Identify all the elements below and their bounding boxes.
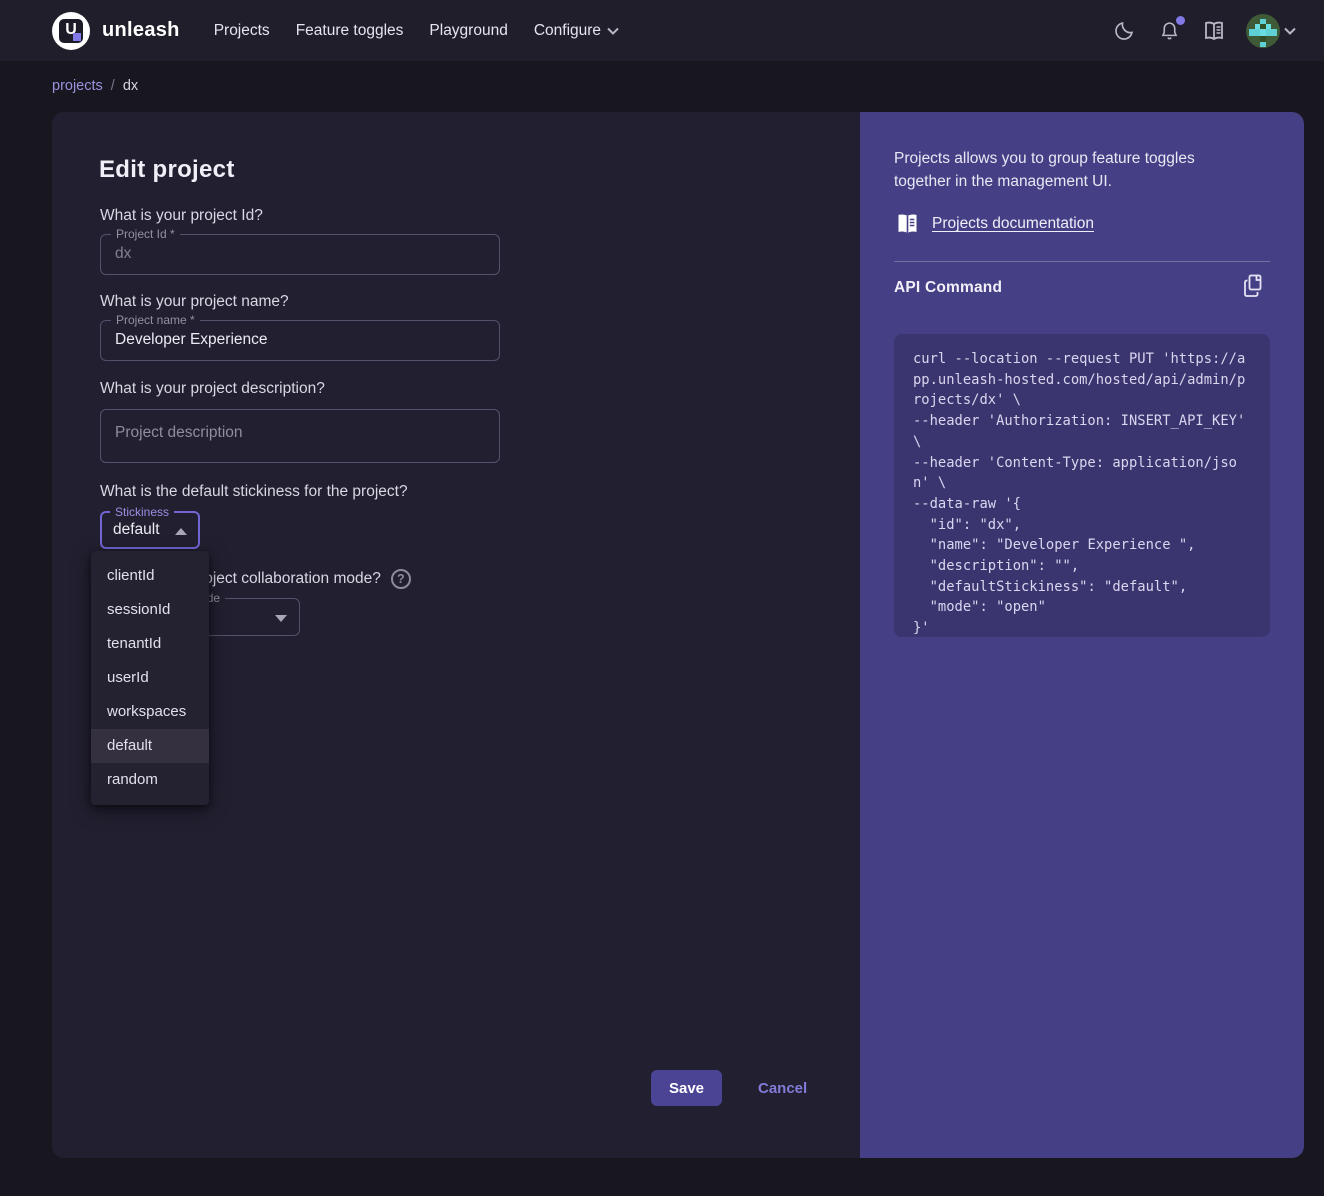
menu-item-workspaces[interactable]: workspaces [91, 695, 209, 729]
info-sidebar: Projects allows you to group feature tog… [860, 112, 1304, 1158]
edit-project-panel: Edit project What is your project Id? Pr… [52, 112, 1304, 1158]
project-name-question: What is your project name? [100, 293, 289, 311]
project-id-question: What is your project Id? [100, 207, 263, 225]
nav-item-playground[interactable]: Playground [429, 22, 507, 40]
stickiness-label: Stickiness [110, 505, 174, 519]
docs-button[interactable] [1201, 18, 1227, 44]
brand-name: unleash [102, 19, 180, 42]
menu-item-userid[interactable]: userId [91, 661, 209, 695]
menu-item-sessionid[interactable]: sessionId [91, 593, 209, 627]
dark-mode-toggle[interactable] [1111, 18, 1137, 44]
book-icon [894, 213, 921, 235]
notification-dot [1176, 16, 1185, 25]
notifications-button[interactable] [1156, 18, 1182, 44]
api-command-title: API Command [894, 279, 1002, 297]
edit-project-form: Edit project What is your project Id? Pr… [52, 112, 860, 1158]
project-id-input[interactable]: Project Id * dx [100, 234, 500, 275]
chevron-down-icon [607, 27, 619, 35]
save-button[interactable]: Save [651, 1070, 722, 1106]
book-icon [1202, 21, 1226, 41]
projects-documentation-link[interactable]: Projects documentation [894, 213, 1094, 235]
brand[interactable]: U unleash [52, 12, 180, 50]
divider [894, 261, 1270, 262]
select-arrow-down-icon [275, 615, 287, 622]
project-description-question: What is your project description? [100, 380, 325, 398]
nav-item-feature-toggles[interactable]: Feature toggles [296, 22, 404, 40]
cancel-button[interactable]: Cancel [742, 1070, 823, 1106]
api-command-code[interactable]: curl --location --request PUT 'https://a… [894, 334, 1270, 637]
project-name-input[interactable]: Project name * Developer Experience [100, 320, 500, 361]
chevron-down-icon [1284, 27, 1296, 35]
menu-item-clientid[interactable]: clientId [91, 559, 209, 593]
menu-item-default[interactable]: default [91, 729, 209, 763]
stickiness-select[interactable]: Stickiness default [100, 511, 200, 549]
user-menu[interactable] [1246, 14, 1296, 48]
nav-item-projects[interactable]: Projects [214, 22, 270, 40]
primary-nav: Projects Feature toggles Playground Conf… [214, 22, 619, 40]
doc-link-label: Projects documentation [932, 215, 1094, 233]
sidebar-description: Projects allows you to group feature tog… [894, 147, 1246, 193]
moon-icon [1113, 20, 1135, 42]
help-icon[interactable]: ? [391, 569, 411, 589]
page-title: Edit project [99, 156, 235, 184]
breadcrumb-projects[interactable]: projects [52, 78, 103, 94]
project-id-label: Project Id * [111, 227, 180, 241]
unleash-logo-icon: U [52, 12, 90, 50]
stickiness-dropdown-menu: clientId sessionId tenantId userId works… [91, 551, 209, 805]
stickiness-question: What is the default stickiness for the p… [100, 483, 408, 501]
project-name-label: Project name * [111, 313, 200, 327]
breadcrumb-separator: / [111, 78, 115, 94]
breadcrumb-current: dx [123, 78, 138, 94]
navbar-actions [1111, 14, 1296, 48]
project-description-input[interactable]: Project description [100, 409, 500, 463]
menu-item-tenantid[interactable]: tenantId [91, 627, 209, 661]
copy-button[interactable] [1240, 272, 1268, 300]
nav-item-configure[interactable]: Configure [534, 22, 619, 40]
project-description-placeholder: Project description [101, 410, 499, 442]
breadcrumb: projects / dx [52, 78, 138, 94]
select-arrow-up-icon [175, 528, 187, 535]
menu-item-random[interactable]: random [91, 763, 209, 797]
avatar [1246, 14, 1280, 48]
copy-icon [1243, 274, 1265, 298]
top-navbar: U unleash Projects Feature toggles Playg… [0, 0, 1324, 61]
